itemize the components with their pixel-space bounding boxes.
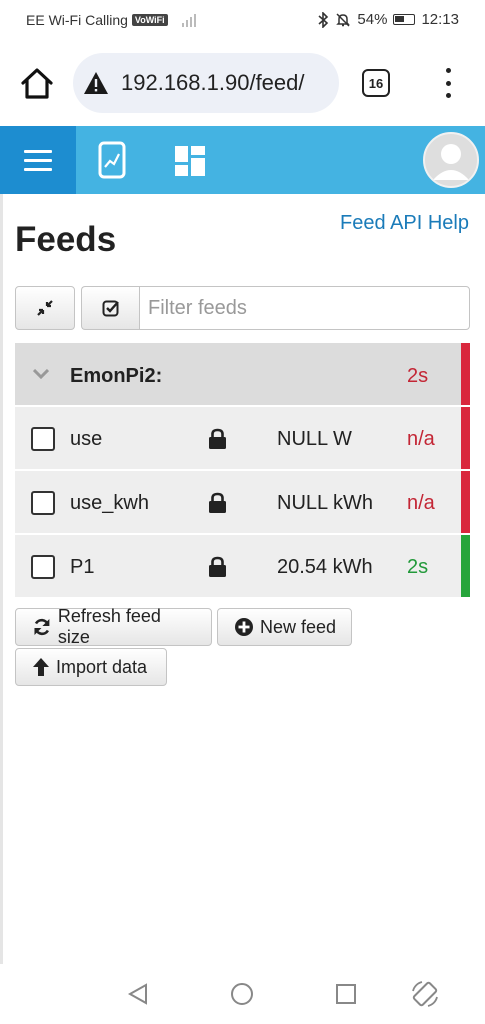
status-bar: EE Wi-Fi Calling VoWiFi 54% 12:13 (0, 0, 485, 40)
overflow-menu-icon[interactable] (438, 68, 458, 98)
feed-value: 20.54 kWh (277, 556, 373, 578)
app-navbar (0, 126, 485, 194)
collapse-icon (37, 300, 53, 316)
vowifi-badge: VoWiFi (131, 14, 168, 26)
refresh-feed-size-button[interactable]: Refresh feed size (15, 606, 212, 647)
new-feed-button[interactable]: New feed (217, 608, 352, 646)
feed-api-help-link[interactable]: Feed API Help (340, 212, 469, 235)
import-data-label: Import data (56, 656, 148, 677)
feed-updated: n/a (407, 492, 435, 514)
refresh-icon (34, 618, 50, 636)
battery-icon (393, 14, 416, 25)
feed-name: use (70, 428, 103, 450)
filter-feeds-input[interactable]: Filter feeds (139, 286, 470, 330)
refresh-feed-size-label: Refresh feed size (57, 606, 161, 647)
dashboard-icon[interactable] (175, 146, 205, 176)
collapse-all-button[interactable] (15, 286, 75, 330)
feed-checkbox[interactable] (31, 427, 55, 451)
feed-checkbox[interactable] (31, 555, 55, 579)
chevron-down-icon[interactable] (33, 369, 49, 379)
warning-icon[interactable] (83, 71, 109, 95)
mute-bell-icon (336, 12, 351, 27)
page-title: Feeds (15, 220, 117, 259)
feed-name: use_kwh (70, 492, 149, 514)
signal-icon (181, 13, 196, 27)
select-all-button[interactable] (81, 286, 139, 330)
graph-device-icon[interactable] (98, 141, 126, 179)
feed-updated: n/a (407, 428, 435, 450)
plus-circle-icon (235, 618, 253, 636)
user-icon (433, 144, 469, 180)
feed-updated: 2s (407, 556, 429, 578)
feed-toolbar: Filter feeds (15, 286, 470, 330)
feed-list: EmonPi2: 2s use NULL W n/a use_kwh NULL … (15, 343, 470, 597)
home-icon[interactable] (18, 64, 56, 102)
url-text[interactable]: 192.168.1.90/feed/ (121, 70, 305, 96)
lock-icon (209, 428, 226, 449)
feed-row[interactable]: use NULL W n/a (15, 407, 470, 469)
browser-toolbar: 192.168.1.90/feed/ 16 (0, 40, 485, 126)
system-nav-bar (0, 964, 485, 1024)
feed-value: NULL W (277, 428, 352, 450)
status-indicator (461, 343, 470, 405)
status-indicator (461, 471, 470, 533)
recents-icon[interactable] (334, 982, 358, 1006)
group-name: EmonPi2: (70, 365, 163, 387)
feed-checkbox[interactable] (31, 491, 55, 515)
feed-row[interactable]: P1 20.54 kWh 2s (15, 535, 470, 597)
check-square-icon (102, 300, 119, 317)
lock-icon (209, 556, 226, 577)
status-indicator (461, 407, 470, 469)
feed-row[interactable]: use_kwh NULL kWh n/a (15, 471, 470, 533)
bluetooth-icon (318, 11, 329, 28)
new-feed-label: New feed (260, 616, 337, 637)
user-avatar[interactable] (423, 132, 479, 188)
clock: 12:13 (421, 11, 459, 28)
battery-percent: 54% (357, 11, 388, 28)
group-updated: 2s (407, 365, 429, 387)
address-bar[interactable]: 192.168.1.90/feed/ (73, 53, 339, 113)
feed-name: P1 (70, 556, 95, 578)
tab-switcher-button[interactable]: 16 (362, 69, 390, 97)
home-nav-icon[interactable] (230, 982, 254, 1006)
carrier-label: EE Wi-Fi Calling (26, 12, 128, 28)
rotate-screen-icon[interactable] (410, 979, 440, 1009)
import-data-button[interactable]: Import data (15, 648, 167, 686)
feed-value: NULL kWh (277, 492, 373, 514)
hamburger-menu-icon[interactable] (0, 126, 76, 194)
feed-group-header[interactable]: EmonPi2: 2s (15, 343, 470, 405)
status-indicator (461, 535, 470, 597)
arrow-up-icon (33, 658, 49, 676)
scroll-edge (0, 194, 3, 964)
lock-icon (209, 492, 226, 513)
back-icon[interactable] (126, 982, 150, 1006)
